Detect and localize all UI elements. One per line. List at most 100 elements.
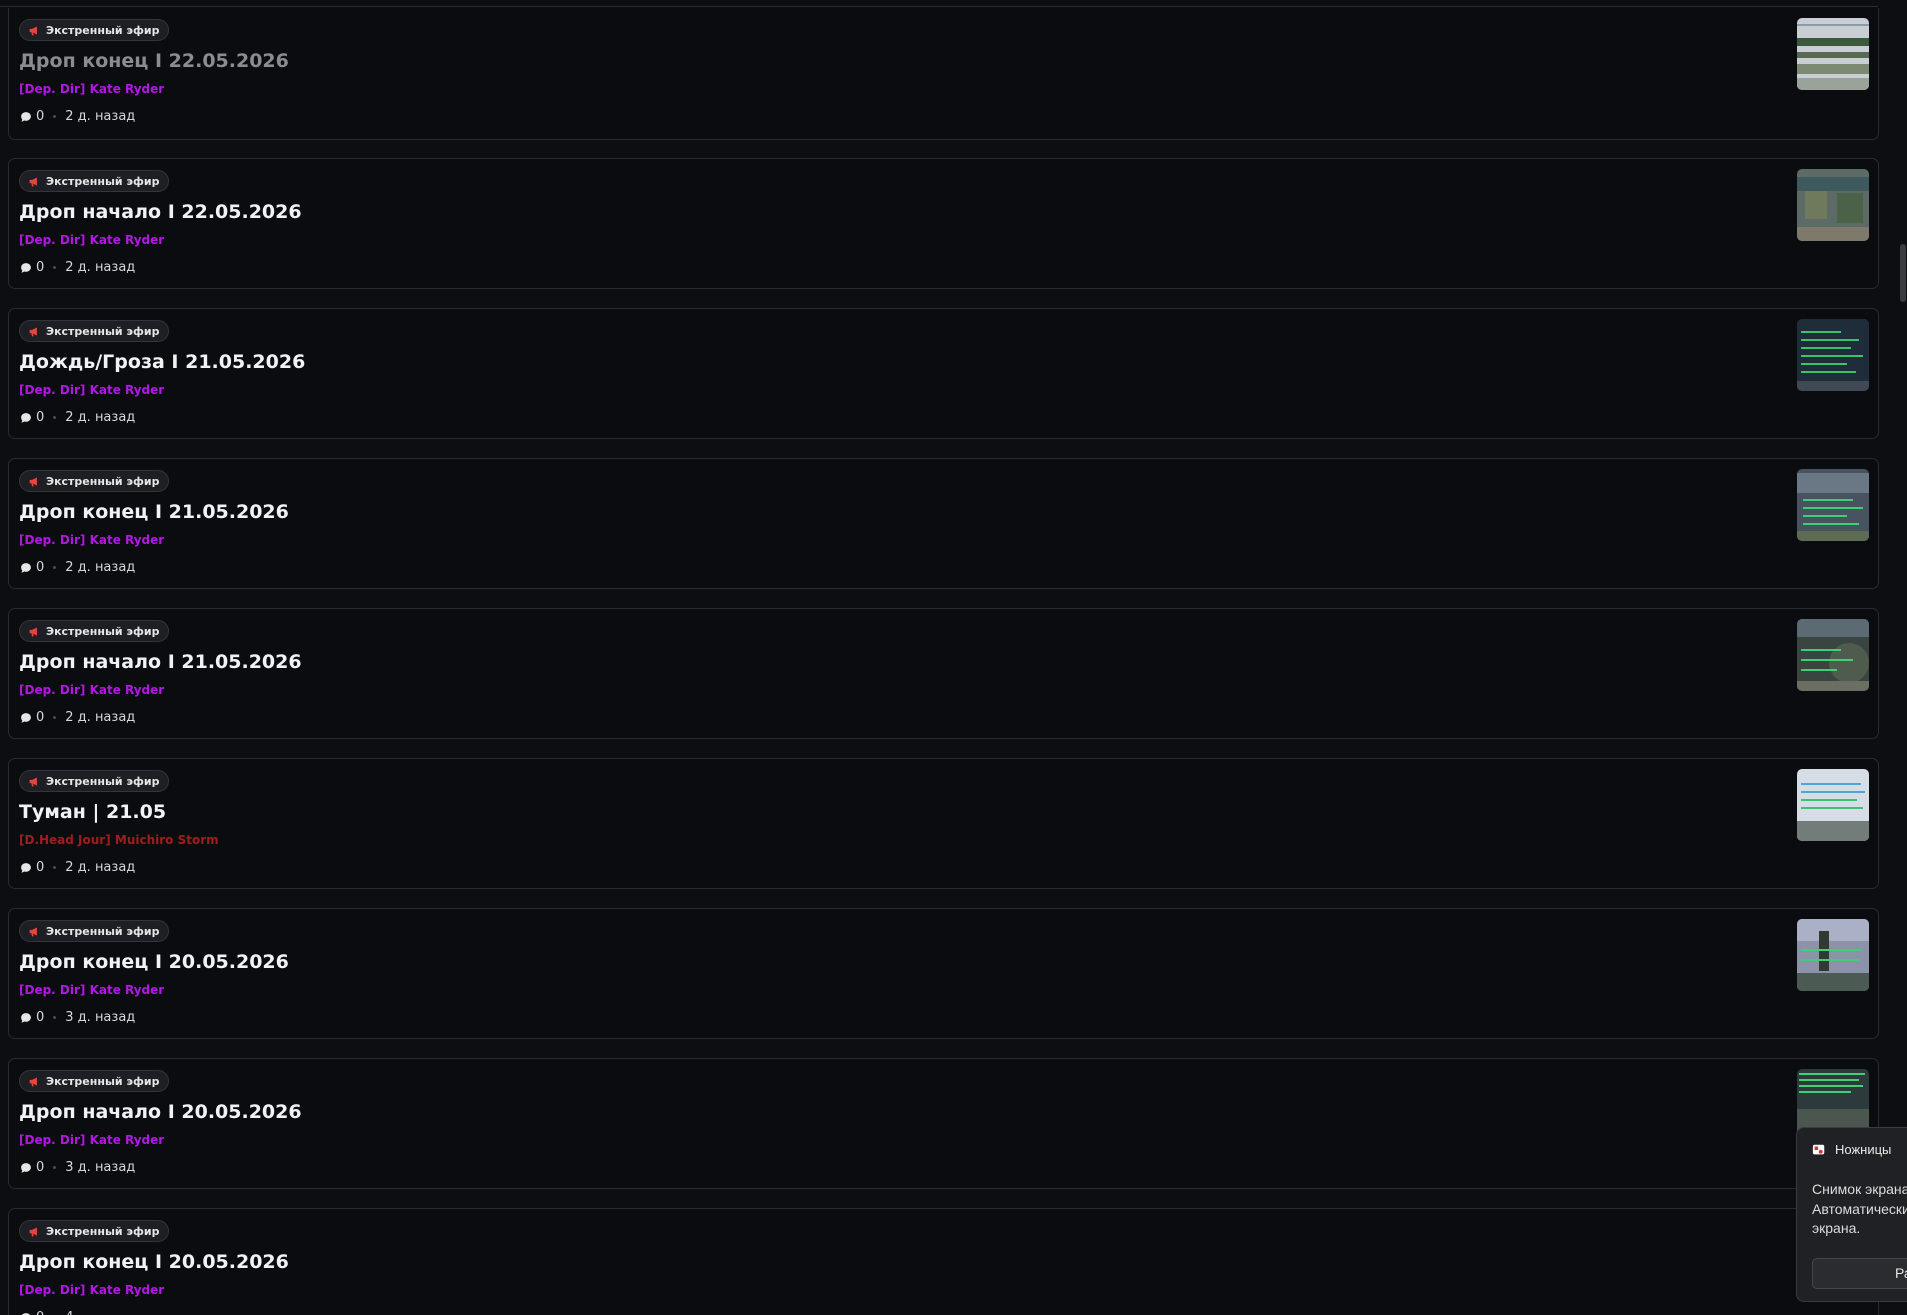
comment-bubble-icon (21, 1012, 31, 1023)
thumbnail-image (1797, 619, 1869, 691)
post-card[interactable]: Экстренный эфир Дроп конец I 20.05.2026 … (8, 1208, 1879, 1315)
post-thumbnail[interactable] (1797, 619, 1869, 691)
post-badge-label: Экстренный эфир (46, 1224, 160, 1238)
post-card[interactable]: Экстренный эфир Дроп начало I 22.05.2026… (8, 158, 1879, 289)
post-card[interactable]: Экстренный эфир Дроп конец I 21.05.2026 … (8, 458, 1879, 589)
post-author[interactable]: [Dep. Dir] Kate Ryder (19, 1283, 164, 1297)
post-badge[interactable]: Экстренный эфир (19, 1070, 170, 1092)
post-badge[interactable]: Экстренный эфир (19, 320, 170, 342)
post-card[interactable]: Экстренный эфир Туман | 21.05 [D.Head Jo… (8, 758, 1879, 889)
comment-bubble-icon (21, 1312, 31, 1315)
post-thumbnail[interactable] (1797, 319, 1869, 391)
post-title[interactable]: Дроп конец I 20.05.2026 (19, 951, 289, 973)
post-author[interactable]: [Dep. Dir] Kate Ryder (19, 233, 164, 247)
scrollbar[interactable] (1897, 0, 1907, 1315)
post-card[interactable]: Экстренный эфир Дроп конец I 22.05.2026 … (8, 8, 1879, 140)
comment-count: 0 (36, 1160, 45, 1175)
comment-bubble-icon (21, 862, 31, 873)
post-author[interactable]: [Dep. Dir] Kate Ryder (19, 383, 164, 397)
post-meta: 0 2 д. назад (20, 410, 135, 425)
meta-separator (53, 716, 57, 719)
post-badge[interactable]: Экстренный эфир (19, 920, 170, 942)
post-time: 2 д. назад (65, 109, 136, 124)
post-card[interactable]: Экстренный эфир Дождь/Гроза I 21.05.2026… (8, 308, 1879, 439)
post-author[interactable]: [Dep. Dir] Kate Ryder (19, 683, 164, 697)
thumbnail-image (1797, 18, 1869, 90)
megaphone-icon (29, 776, 37, 786)
post-thumbnail[interactable] (1797, 469, 1869, 541)
post-thumbnail[interactable] (1797, 18, 1869, 90)
post-title[interactable]: Дроп начало I 20.05.2026 (19, 1101, 302, 1123)
post-meta: 0 2 д. назад (20, 260, 135, 275)
thumbnail-image (1797, 319, 1869, 391)
megaphone-icon (29, 1076, 37, 1086)
post-author[interactable]: [D.Head Jour] Muichiro Storm (19, 833, 219, 847)
comment-bubble-icon (21, 111, 31, 122)
post-badge[interactable]: Экстренный эфир (19, 1220, 170, 1242)
comment-count: 0 (36, 1310, 44, 1315)
post-badge[interactable]: Экстренный эфир (19, 470, 170, 492)
post-badge[interactable]: Экстренный эфир (19, 620, 170, 642)
post-title[interactable]: Дроп конец I 21.05.2026 (19, 501, 289, 523)
snipping-tool-icon (1812, 1144, 1825, 1154)
post-meta: 0 2 д. назад (20, 710, 135, 725)
post-title[interactable]: Дроп конец I 22.05.2026 (19, 50, 289, 72)
megaphone-icon (29, 176, 37, 186)
post-badge-label: Экстренный эфир (46, 774, 160, 788)
megaphone-icon (29, 476, 37, 486)
megaphone-icon (29, 326, 37, 336)
post-badge-label: Экстренный эфир (46, 474, 160, 488)
post-title[interactable]: Туман | 21.05 (19, 801, 166, 823)
thumbnail-image (1797, 469, 1869, 541)
post-time: 4 (65, 1310, 73, 1315)
toast-app-name: Ножницы (1835, 1142, 1892, 1157)
toast-text-line: экрана. (1812, 1220, 1861, 1236)
post-title[interactable]: Дроп конец I 20.05.2026 (19, 1251, 289, 1273)
toast-action-button[interactable]: Ра (1812, 1258, 1907, 1289)
thumbnail-image (1797, 169, 1869, 241)
post-meta: 0 3 д. назад (20, 1160, 135, 1175)
post-badge[interactable]: Экстренный эфир (19, 770, 170, 792)
top-divider (0, 6, 1878, 7)
post-thumbnail[interactable] (1797, 769, 1869, 841)
post-badge-label: Экстренный эфир (46, 174, 160, 188)
toast-text-line: Снимок экрана (1812, 1181, 1907, 1197)
post-author[interactable]: [Dep. Dir] Kate Ryder (19, 983, 164, 997)
post-author[interactable]: [Dep. Dir] Kate Ryder (19, 533, 164, 547)
post-card[interactable]: Экстренный эфир Дроп начало I 21.05.2026… (8, 608, 1879, 739)
post-title[interactable]: Дроп начало I 22.05.2026 (19, 201, 302, 223)
post-time: 3 д. назад (65, 1160, 136, 1175)
toast-text-line: Автоматически (1812, 1201, 1907, 1217)
meta-separator (53, 1166, 57, 1169)
comment-bubble-icon (21, 562, 31, 573)
post-list: Экстренный эфир Дроп конец I 22.05.2026 … (8, 8, 1879, 1315)
post-badge-label: Экстренный эфир (46, 1074, 160, 1088)
post-thumbnail[interactable] (1797, 919, 1869, 991)
post-badge[interactable]: Экстренный эфир (19, 19, 170, 41)
snipping-toast[interactable]: Ножницы Снимок экрана Автоматически экра… (1796, 1127, 1907, 1302)
comment-count: 0 (36, 260, 45, 275)
comment-bubble-icon (21, 262, 31, 273)
post-badge[interactable]: Экстренный эфир (19, 170, 170, 192)
thumbnail-image (1797, 769, 1869, 841)
comment-count: 0 (36, 560, 45, 575)
post-title[interactable]: Дроп начало I 21.05.2026 (19, 651, 302, 673)
scrollbar-thumb[interactable] (1900, 244, 1906, 302)
megaphone-icon (29, 25, 37, 35)
post-time: 2 д. назад (65, 260, 136, 275)
post-thumbnail[interactable] (1797, 169, 1869, 241)
meta-separator (53, 866, 57, 869)
comment-count: 0 (36, 860, 45, 875)
post-author[interactable]: [Dep. Dir] Kate Ryder (19, 82, 164, 96)
post-card[interactable]: Экстренный эфир Дроп начало I 20.05.2026… (8, 1058, 1879, 1189)
post-badge-label: Экстренный эфир (46, 924, 160, 938)
megaphone-icon (29, 1226, 37, 1236)
post-card[interactable]: Экстренный эфир Дроп конец I 20.05.2026 … (8, 908, 1879, 1039)
megaphone-icon (29, 626, 37, 636)
comment-count: 0 (36, 109, 45, 124)
meta-separator (53, 115, 57, 118)
meta-separator (53, 416, 57, 419)
post-author[interactable]: [Dep. Dir] Kate Ryder (19, 1133, 164, 1147)
post-title[interactable]: Дождь/Гроза I 21.05.2026 (19, 351, 305, 373)
post-badge-label: Экстренный эфир (46, 23, 160, 37)
